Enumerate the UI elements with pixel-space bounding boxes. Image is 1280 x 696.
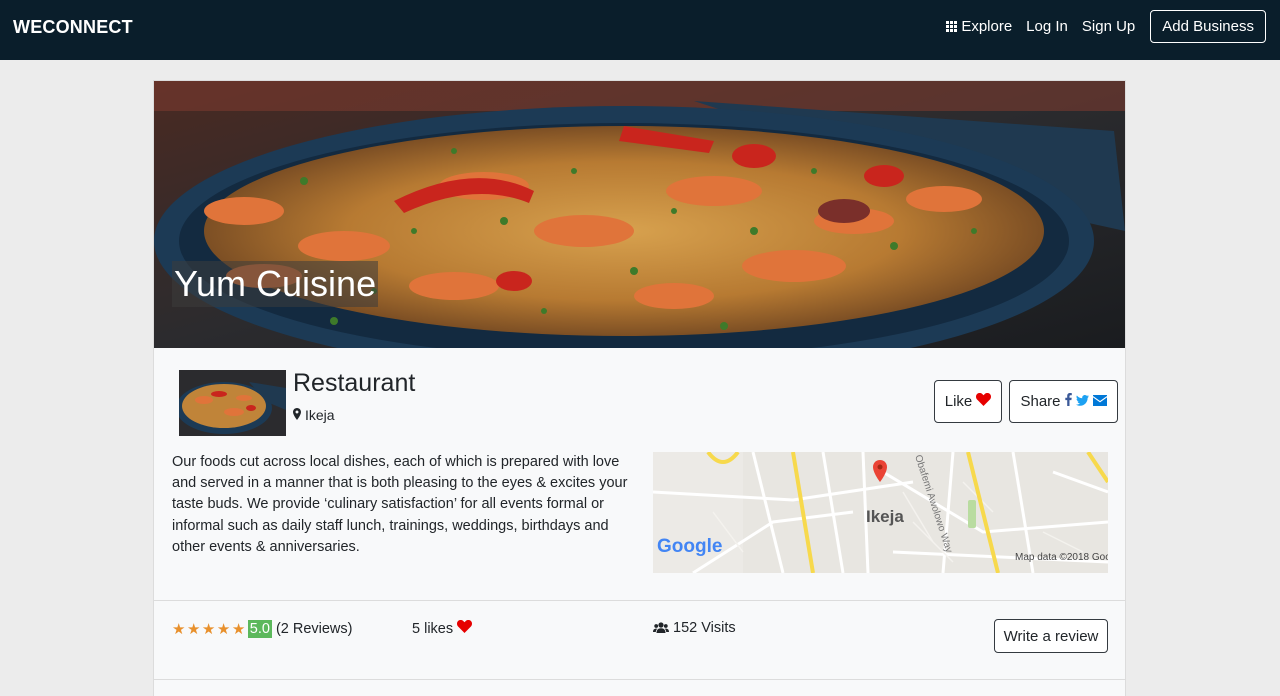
rating-score-badge: 5.0 xyxy=(247,620,272,638)
star-icon: ★ xyxy=(231,621,246,638)
star-icon: ★ xyxy=(201,621,216,638)
signup-link[interactable]: Sign Up xyxy=(1082,18,1135,35)
write-review-button[interactable]: Write a review xyxy=(994,619,1108,653)
share-label: Share xyxy=(1020,393,1061,410)
add-business-button[interactable]: Add Business xyxy=(1150,10,1266,43)
business-thumbnail xyxy=(179,370,286,436)
heart-icon xyxy=(457,619,473,637)
hero-image: Yum Cuisine xyxy=(154,81,1125,348)
business-description: Our foods cut across local dishes, each … xyxy=(172,454,628,555)
like-label: Like xyxy=(944,393,973,410)
explore-link[interactable]: Explore xyxy=(946,18,1012,35)
envelope-icon[interactable] xyxy=(1092,393,1107,410)
map-provider-logo: Google xyxy=(657,536,722,557)
brand-logo[interactable]: WECONNECT xyxy=(13,17,133,38)
business-location[interactable]: Ikeja xyxy=(293,407,335,423)
map-marker-icon xyxy=(293,407,301,423)
thumbnail-photo xyxy=(179,370,286,436)
facebook-icon[interactable] xyxy=(1064,393,1072,410)
grid-icon xyxy=(946,21,958,32)
business-category: Restaurant xyxy=(293,369,416,397)
visits-count: 152 Visits xyxy=(673,620,736,636)
map-place-label: Ikeja xyxy=(866,507,904,526)
share-button[interactable]: Share xyxy=(1009,380,1118,423)
map-attribution: Map data ©2018 Google xyxy=(1015,552,1108,563)
business-name: Yum Cuisine xyxy=(172,261,379,307)
star-icon: ★ xyxy=(216,621,231,638)
like-button[interactable]: Like xyxy=(934,380,1002,423)
section-divider xyxy=(154,679,1125,680)
login-link[interactable]: Log In xyxy=(1026,18,1068,35)
location-map[interactable]: Ikeja Obafemi Awolowo Way Google Map dat… xyxy=(653,452,1108,573)
paella-photo xyxy=(154,81,1125,348)
section-divider xyxy=(154,600,1125,601)
rating-summary: ★ ★ ★ ★ ★ 5.0 (2 Reviews) xyxy=(172,620,352,638)
nav-links: Explore Log In Sign Up Add Business xyxy=(946,10,1266,43)
star-icon: ★ xyxy=(172,621,186,638)
explore-label: Explore xyxy=(961,18,1013,35)
navbar: WECONNECT Explore Log In Sign Up Add Bus… xyxy=(0,0,1280,60)
location-label: Ikeja xyxy=(305,407,335,423)
heart-icon xyxy=(976,392,992,410)
star-icon: ★ xyxy=(186,621,201,638)
users-icon xyxy=(653,622,669,634)
twitter-icon[interactable] xyxy=(1075,393,1089,410)
review-count[interactable]: (2 Reviews) xyxy=(276,621,353,637)
business-card: Yum Cuisine Restaurant Ikeja Like Share xyxy=(153,80,1126,696)
likes-count: 5 likes xyxy=(412,620,454,637)
visits-summary: 152 Visits xyxy=(653,620,736,636)
map-canvas: Ikeja Obafemi Awolowo Way Google Map dat… xyxy=(653,452,1108,573)
likes-summary: 5 likes xyxy=(412,619,473,637)
